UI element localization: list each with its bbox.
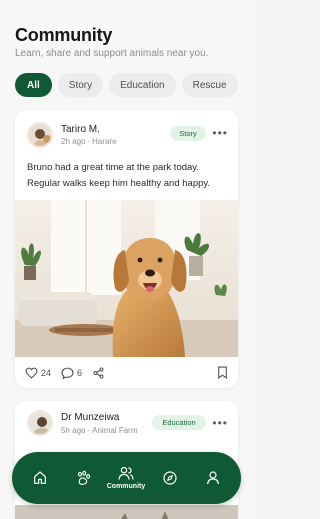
nav-pets[interactable]: [63, 452, 103, 504]
bottom-nav: Community: [12, 452, 241, 504]
comment-icon: [61, 367, 74, 379]
post-tag: Story: [170, 126, 206, 141]
post-author[interactable]: Tariro M.: [61, 124, 100, 135]
post-meta: 5h ago · Animal Farm: [61, 426, 138, 435]
post-author[interactable]: Dr Munzeiwa: [61, 412, 119, 423]
page-title: Community: [15, 25, 113, 45]
nav-profile[interactable]: [193, 452, 233, 504]
like-count: 24: [41, 368, 52, 378]
people-icon: [118, 466, 134, 480]
profile-icon: [207, 471, 219, 485]
filter-chip-story[interactable]: Story: [57, 73, 104, 97]
bookmark-icon[interactable]: [217, 366, 228, 384]
share-button[interactable]: [92, 367, 105, 379]
more-options-icon[interactable]: •••: [212, 127, 228, 139]
nav-home[interactable]: [20, 452, 60, 504]
post-tag: Education: [152, 415, 206, 430]
post-time: 5h ago: [61, 426, 86, 435]
filter-chip-rescue[interactable]: Rescue: [181, 73, 238, 97]
post-actions: 24 6: [25, 365, 115, 381]
filter-chip-education[interactable]: Education: [109, 73, 176, 97]
post-photo[interactable]: [15, 505, 238, 519]
heart-icon: [25, 367, 38, 379]
paw-icon: [77, 470, 90, 485]
post-card[interactable]: Tariro M. 2h ago · Harare Story ••• Bruno …: [15, 110, 238, 388]
post-text: Bruno had a great time at the park today…: [27, 162, 211, 189]
filter-chip-all[interactable]: All: [15, 73, 52, 97]
share-icon: [93, 367, 104, 379]
home-icon: [34, 471, 46, 484]
avatar[interactable]: [27, 410, 53, 436]
like-button[interactable]: 24: [25, 367, 51, 379]
more-options-icon[interactable]: •••: [212, 417, 228, 429]
page-subtitle: Learn, share and support animals near yo…: [15, 48, 209, 59]
post-time: 2h ago: [61, 137, 86, 146]
comment-button[interactable]: 6: [61, 367, 82, 379]
post-location: Animal Farm: [92, 426, 138, 435]
filter-chips: All Story Education Rescue: [15, 73, 238, 97]
community-screen: Community Learn, share and support anima…: [0, 0, 253, 519]
comment-count: 6: [77, 368, 83, 378]
nav-explore[interactable]: [150, 452, 190, 504]
nav-community[interactable]: Community: [106, 452, 146, 504]
nav-label-community: Community: [106, 483, 146, 490]
post-location: Harare: [92, 137, 117, 146]
compass-icon: [163, 471, 177, 485]
avatar[interactable]: [27, 122, 53, 148]
post-photo[interactable]: [15, 200, 238, 357]
post-meta: 2h ago · Harare: [61, 137, 117, 146]
